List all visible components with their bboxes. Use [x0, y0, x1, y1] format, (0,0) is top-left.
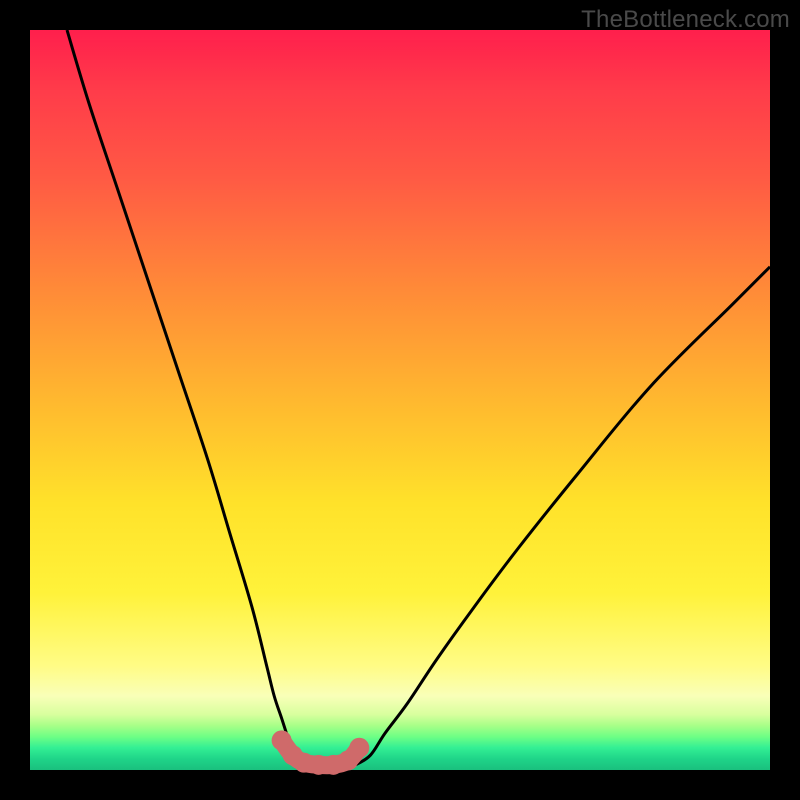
valley-dot	[349, 738, 369, 758]
left-curve	[67, 30, 311, 765]
right-curve	[356, 267, 770, 765]
plot-area	[30, 30, 770, 770]
chart-svg	[30, 30, 770, 770]
outer-frame: TheBottleneck.com	[0, 0, 800, 800]
valley-marker-dots	[272, 730, 370, 774]
